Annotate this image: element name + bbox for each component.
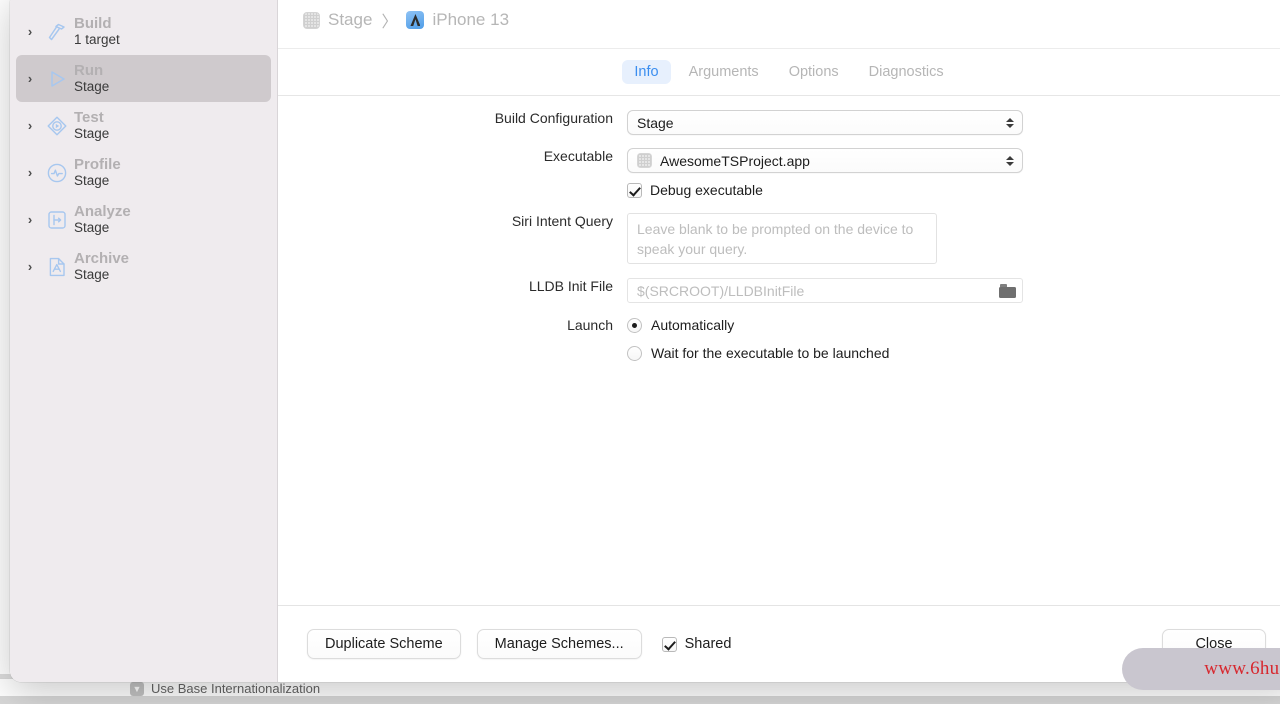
disclosure-chevron-icon[interactable]: › (20, 212, 40, 227)
sidebar-item-test-subtitle: Stage (74, 126, 110, 142)
manage-schemes-button[interactable]: Manage Schemes... (476, 629, 642, 659)
sidebar-item-run[interactable]: › Run Stage (16, 55, 271, 102)
backdrop-setting-row[interactable]: ▼ Use Base Internationalization (130, 681, 320, 696)
lldb-init-file-label: LLDB Init File (528, 278, 613, 294)
disclosure-chevron-icon[interactable]: › (20, 165, 40, 180)
debug-executable-checkbox-row[interactable]: Debug executable (627, 182, 763, 198)
field-siri-intent-query: Siri Intent Query Leave blank to be prom… (512, 213, 937, 264)
launch-automatically-radio[interactable] (627, 317, 642, 333)
field-build-configuration: Build Configuration Stage (495, 110, 1023, 135)
siri-intent-query-input[interactable]: Leave blank to be prompted on the device… (627, 213, 937, 264)
breadcrumb: Stage 〉 iPhone 13 (278, 0, 1280, 49)
tab-arguments[interactable]: Arguments (677, 60, 771, 84)
sidebar-item-build[interactable]: › Build 1 target (16, 8, 271, 55)
chevron-updown-icon (1006, 117, 1014, 128)
sidebar-item-build-subtitle: 1 target (74, 32, 120, 48)
shared-checkbox-row[interactable]: Shared (661, 636, 732, 652)
launch-wait-label: Wait for the executable to be launched (651, 345, 890, 361)
sidebar-item-profile-subtitle: Stage (74, 173, 110, 189)
disclosure-chevron-icon[interactable]: › (20, 24, 40, 39)
shared-label: Shared (684, 636, 732, 652)
analyze-icon (40, 208, 74, 232)
executable-value: AwesomeTSProject.app (660, 152, 810, 169)
launch-radio-group: Automatically Wait for the executable to… (627, 317, 889, 373)
disclosure-chevron-icon[interactable]: › (20, 71, 40, 86)
field-lldb-init-file: LLDB Init File $(SRCROOT)/LLDBInitFile (529, 278, 1023, 303)
breadcrumb-scheme-label: Stage (328, 10, 373, 29)
field-debug-executable: Debug executable (627, 182, 763, 198)
lldb-init-file-placeholder: $(SRCROOT)/LLDBInitFile (637, 282, 805, 299)
scheme-detail-pane: Stage 〉 iPhone 13 Info Arguments Options… (278, 0, 1280, 682)
test-diamond-icon (40, 114, 74, 138)
sidebar-item-run-title: Run (74, 61, 104, 79)
sidebar-item-profile[interactable]: › Profile Stage (16, 149, 271, 196)
sidebar-item-analyze[interactable]: › Analyze Stage (16, 196, 271, 243)
hammer-icon (40, 20, 74, 44)
launch-wait-radio[interactable] (627, 345, 642, 361)
field-launch: Launch Automatically Wait for the execut… (567, 317, 889, 373)
sidebar-item-archive-title: Archive (74, 249, 130, 267)
launch-option-wait[interactable]: Wait for the executable to be launched (627, 345, 889, 361)
executable-label: Executable (543, 148, 613, 164)
play-icon (40, 67, 74, 91)
breadcrumb-separator-icon: 〉 (381, 14, 398, 31)
launch-automatically-label: Automatically (651, 317, 735, 333)
breadcrumb-scheme[interactable]: Stage (303, 10, 372, 30)
build-configuration-value: Stage (637, 114, 674, 131)
triangle-icon: ▼ (130, 681, 144, 696)
executable-select[interactable]: AwesomeTSProject.app (627, 148, 1023, 173)
sidebar-item-build-title: Build (74, 14, 112, 32)
sidebar-item-test[interactable]: › Test Stage (16, 102, 271, 149)
chevron-updown-icon (1006, 155, 1014, 166)
sidebar-item-profile-title: Profile (74, 155, 121, 173)
detail-tab-bar: Info Arguments Options Diagnostics (278, 49, 1280, 96)
siri-intent-query-label: Siri Intent Query (511, 213, 613, 229)
siri-intent-query-placeholder: Leave blank to be prompted on the device… (637, 221, 914, 257)
archive-icon (40, 255, 74, 279)
sidebar-item-run-subtitle: Stage (74, 79, 110, 95)
breadcrumb-destination-label: iPhone 13 (432, 10, 510, 29)
tab-options[interactable]: Options (777, 60, 851, 84)
scheme-editor-dialog: › Build 1 target › Run Stage › Test Stag… (10, 0, 1280, 682)
duplicate-scheme-button[interactable]: Duplicate Scheme (307, 629, 461, 659)
app-grid-icon (303, 11, 320, 29)
sidebar-item-test-title: Test (74, 108, 104, 126)
launch-option-automatically[interactable]: Automatically (627, 317, 889, 333)
site-watermark: www.6hu.cc (1122, 648, 1280, 690)
xcode-app-icon (406, 11, 425, 29)
sidebar-item-archive[interactable]: › Archive Stage (16, 243, 271, 290)
launch-label: Launch (567, 317, 613, 333)
window-bottom-bar (0, 696, 1280, 704)
build-configuration-select[interactable]: Stage (627, 110, 1023, 135)
info-form: Build Configuration Stage Executable Awe… (278, 96, 1280, 605)
shared-checkbox[interactable] (661, 636, 677, 652)
tab-diagnostics[interactable]: Diagnostics (857, 60, 956, 84)
disclosure-chevron-icon[interactable]: › (20, 259, 40, 274)
sidebar-item-analyze-title: Analyze (74, 202, 131, 220)
generic-app-icon (637, 153, 652, 168)
breadcrumb-destination[interactable]: iPhone 13 (406, 10, 509, 30)
scheme-actions-sidebar: › Build 1 target › Run Stage › Test Stag… (10, 0, 278, 682)
debug-executable-label: Debug executable (650, 182, 763, 198)
disclosure-chevron-icon[interactable]: › (20, 118, 40, 133)
sidebar-item-analyze-subtitle: Stage (74, 220, 110, 236)
backdrop-setting-label: Use Base Internationalization (151, 681, 321, 696)
folder-icon[interactable] (999, 283, 1016, 298)
build-configuration-label: Build Configuration (494, 110, 613, 126)
lldb-init-file-input[interactable]: $(SRCROOT)/LLDBInitFile (627, 278, 1023, 303)
sidebar-item-archive-subtitle: Stage (74, 267, 110, 283)
debug-executable-checkbox[interactable] (627, 182, 642, 198)
field-executable: Executable AwesomeTSProject.app (544, 148, 1023, 173)
tab-info[interactable]: Info (622, 60, 671, 84)
waveform-icon (40, 161, 74, 185)
